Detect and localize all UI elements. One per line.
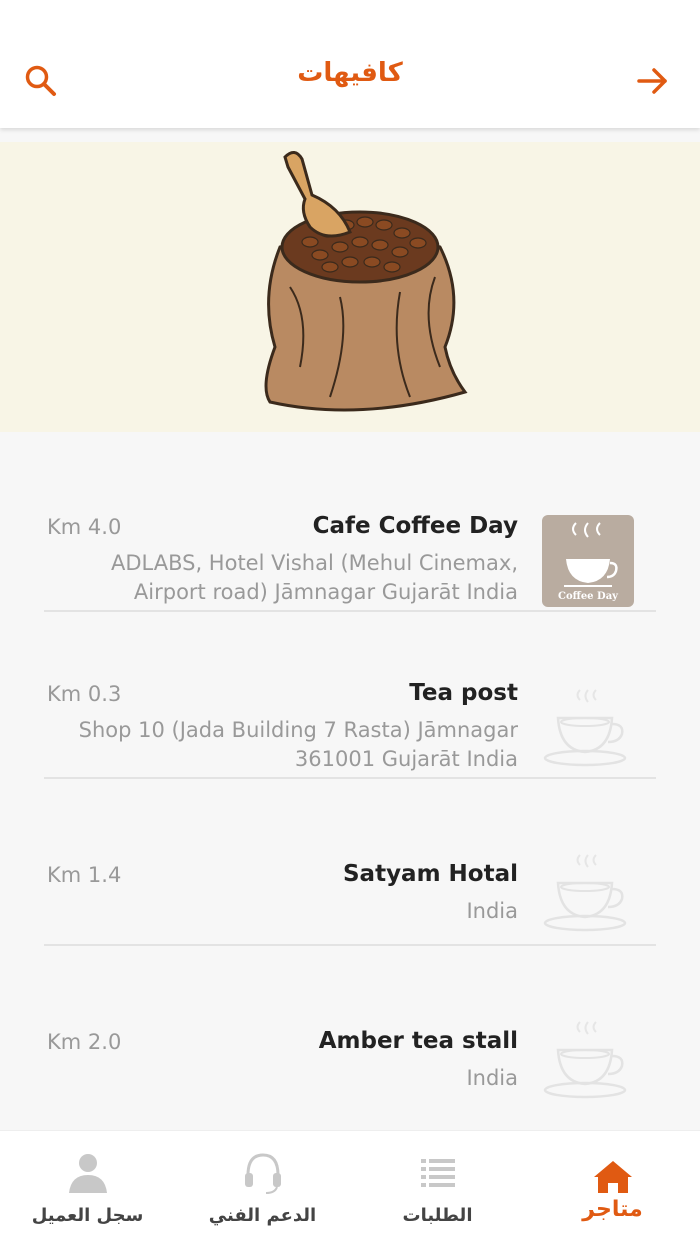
logo-text: Coffee Day (558, 591, 619, 602)
store-list: Km 4.0 Cafe Coffee Day ADLABS, Hotel Vis… (0, 445, 700, 1113)
user-icon (69, 1154, 107, 1193)
tab-stores[interactable]: متاجر (525, 1131, 700, 1245)
distance-label: Km 4.0 (47, 515, 122, 539)
arrow-right-icon[interactable] (636, 64, 670, 98)
distance-label: Km 2.0 (47, 1030, 122, 1054)
teacup-icon (542, 684, 634, 776)
tab-orders-label: الطلبات (402, 1205, 473, 1226)
list-item[interactable]: Km 1.4 Satyam Hotal India (0, 779, 700, 946)
store-address: India (466, 899, 518, 923)
list-item[interactable]: Km 4.0 Cafe Coffee Day ADLABS, Hotel Vis… (0, 445, 700, 612)
distance-label: Km 0.3 (47, 682, 122, 706)
store-address: India (466, 1066, 518, 1090)
coffee-bag-illustration (264, 151, 468, 412)
tab-profile[interactable]: سجل العميل (0, 1131, 175, 1245)
app-header: كافيهات (0, 0, 700, 128)
store-name: Amber tea stall (318, 1028, 518, 1054)
store-name: Tea post (409, 680, 518, 706)
list-item[interactable]: Km 0.3 Tea post Shop 10 (Jada Building 7… (0, 612, 700, 779)
banner (0, 142, 700, 432)
teacup-icon (542, 1016, 634, 1108)
page-title: كافيهات (297, 58, 403, 88)
tab-support[interactable]: الدعم الفني (175, 1131, 350, 1245)
bottom-tab-bar: سجل العميل الدعم الفني الطلبات متاجر (0, 1130, 700, 1245)
distance-label: Km 1.4 (47, 863, 122, 887)
tab-profile-label: سجل العميل (31, 1205, 144, 1226)
list-icon (421, 1159, 455, 1187)
store-name: Satyam Hotal (342, 861, 518, 887)
store-logo: Coffee Day (542, 515, 634, 607)
tab-orders[interactable]: الطلبات (350, 1131, 525, 1245)
store-name: Cafe Coffee Day (312, 513, 518, 539)
store-address: Shop 10 (Jada Building 7 Rasta) Jāmnagar… (78, 718, 518, 771)
tab-support-label: الدعم الفني (208, 1205, 317, 1226)
headset-icon (245, 1153, 281, 1194)
list-item[interactable]: Km 2.0 Amber tea stall India (0, 946, 700, 1113)
store-address: ADLABS, Hotel Vishal (Mehul Cinemax, Air… (111, 551, 518, 604)
home-icon (594, 1161, 632, 1193)
tab-stores-label: متاجر (582, 1197, 643, 1222)
teacup-icon (542, 849, 634, 941)
